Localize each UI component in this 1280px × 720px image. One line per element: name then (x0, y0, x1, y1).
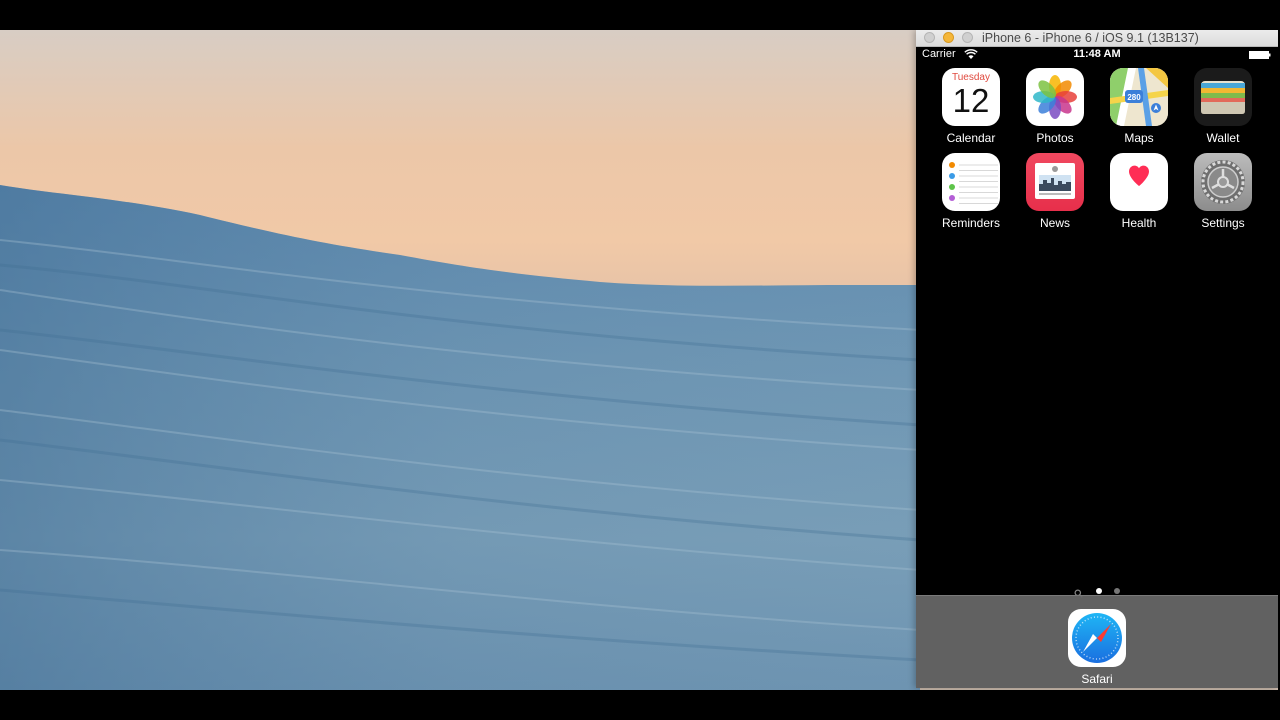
simulator-window[interactable]: iPhone 6 - iPhone 6 / iOS 9.1 (13B137) C… (916, 30, 1278, 688)
window-minimize-button[interactable] (943, 32, 954, 43)
app-label: Wallet (1206, 131, 1240, 145)
safari-icon (1068, 609, 1126, 667)
app-label: Safari (1081, 672, 1113, 686)
app-label: Calendar (946, 131, 996, 145)
app-label: Reminders (941, 216, 1001, 230)
app-label: Health (1121, 216, 1157, 230)
app-news[interactable]: News (1020, 153, 1090, 230)
app-label: Maps (1124, 131, 1154, 145)
app-wallet[interactable]: Wallet (1188, 68, 1258, 145)
app-settings[interactable]: Settings (1188, 153, 1258, 230)
app-reminders[interactable]: Reminders (936, 153, 1006, 230)
app-label: News (1039, 216, 1070, 230)
maps-route-number: 280 (1127, 93, 1141, 102)
app-photos[interactable]: Photos (1020, 68, 1090, 145)
health-icon (1110, 153, 1168, 211)
app-label: Settings (1201, 216, 1245, 230)
ios-status-bar: Carrier 11:48 AM (916, 47, 1278, 63)
app-safari[interactable]: Safari (1062, 609, 1132, 686)
reminders-icon (942, 153, 1000, 211)
window-titlebar[interactable]: iPhone 6 - iPhone 6 / iOS 9.1 (13B137) (916, 30, 1278, 47)
window-close-button[interactable] (924, 32, 935, 43)
page-indicator[interactable] (916, 582, 1278, 599)
calendar-date: 12 (952, 82, 990, 119)
app-label: Photos (1036, 131, 1074, 145)
settings-icon (1194, 153, 1252, 211)
window-zoom-button[interactable] (962, 32, 973, 43)
app-maps[interactable]: 280 Maps (1104, 68, 1174, 145)
app-calendar[interactable]: Tuesday 12 Calendar (936, 68, 1006, 145)
calendar-icon: Tuesday 12 (942, 68, 1000, 126)
battery-full-icon (1249, 51, 1271, 59)
news-icon (1026, 153, 1084, 211)
wallet-icon (1194, 68, 1252, 126)
letterbox-bottom (0, 690, 1280, 720)
letterbox-top (0, 0, 1280, 30)
spotlight-search-icon[interactable] (1074, 585, 1083, 599)
page-dot-2[interactable] (1113, 587, 1120, 594)
app-health[interactable]: Health (1104, 153, 1174, 230)
maps-icon: 280 (1110, 68, 1168, 126)
photos-icon (1026, 68, 1084, 126)
window-title: iPhone 6 - iPhone 6 / iOS 9.1 (13B137) (982, 31, 1199, 45)
page-dot-1[interactable] (1095, 587, 1102, 594)
status-clock: 11:48 AM (1073, 48, 1121, 60)
dock: Safari (916, 595, 1278, 688)
